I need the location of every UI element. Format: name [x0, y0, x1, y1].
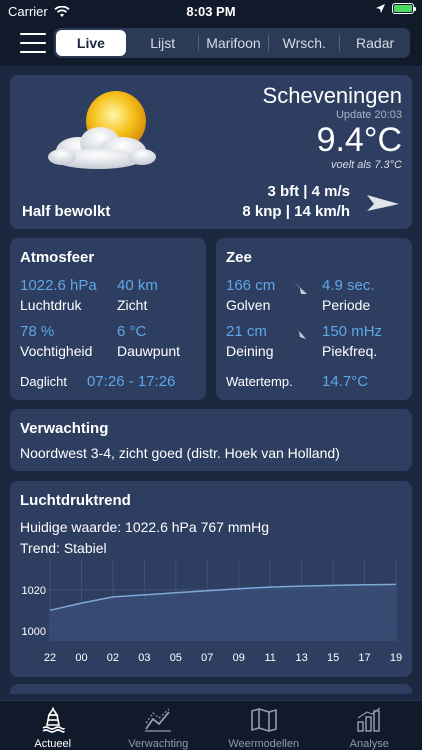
wave-direction-icon [293, 281, 307, 294]
pressure-trend-title: Luchtdruktrend [20, 492, 131, 509]
update-time: Update 20:03 [335, 109, 402, 121]
tabbar-weermodellen[interactable]: Weermodellen [211, 701, 317, 750]
location-name: Scheveningen [262, 83, 402, 108]
humidity-label: Vochtigheid [20, 343, 93, 359]
wind-arrow-icon [367, 195, 399, 211]
pressure-trend: Trend: Stabiel [20, 540, 107, 556]
forecast-title: Verwachting [20, 420, 109, 437]
bar-chart-icon [357, 707, 381, 732]
chart-x-tick-label: 22 [44, 652, 56, 664]
tab-marifoon[interactable]: Marifoon [199, 30, 269, 56]
current-weather-card: Scheveningen Update 20:03 9.4°C voelt al… [10, 75, 412, 229]
chart-x-tick-label: 02 [107, 652, 119, 664]
tab-wrsch[interactable]: Wrsch. [269, 30, 339, 56]
menu-icon[interactable] [20, 33, 46, 55]
temperature: 9.4°C [316, 121, 402, 159]
segmented-control: Live Lijst Marifoon Wrsch. Radar [54, 28, 410, 58]
tabbar-label: Actueel [34, 738, 72, 750]
wind-speed-bft: 3 bft | 4 m/s [267, 183, 350, 200]
chart-x-tick-label: 09 [233, 652, 245, 664]
forecast-text: Noordwest 3-4, zicht goed (distr. Hoek v… [20, 445, 340, 461]
dewpoint-value: 6 °C [117, 323, 147, 340]
swell-direction-icon [294, 325, 306, 339]
trend-icon [145, 708, 172, 732]
visibility-label: Zicht [117, 297, 148, 313]
buoy-icon [42, 707, 65, 733]
battery-icon [392, 3, 416, 14]
tabbar-label: Analyse [349, 738, 389, 750]
peakfreq-label: Piekfreq. [322, 343, 378, 359]
partly-cloudy-icon [48, 91, 156, 169]
chart-x-tick-label: 19 [390, 652, 402, 664]
nav-bar: Live Lijst Marifoon Wrsch. Radar [0, 22, 422, 66]
swell-value: 21 cm [226, 323, 267, 340]
tabbar-label: Weermodellen [228, 738, 300, 750]
period-label: Periode [322, 297, 371, 313]
chart-x-tick-label: 13 [296, 652, 308, 664]
humidity-value: 78 % [20, 323, 55, 340]
tab-bar: Actueel Verwachting Weermodellen Analyse [0, 700, 422, 750]
atmosphere-title: Atmosfeer [20, 249, 95, 266]
chart-x-tick-label: 15 [327, 652, 339, 664]
pressure-current: Huidige waarde: 1022.6 hPa 767 mmHg [20, 519, 270, 535]
clock: 8:03 PM [186, 4, 236, 19]
dewpoint-label: Dauwpunt [117, 343, 181, 359]
location-arrow-icon [376, 4, 385, 13]
watertemp-label: Watertemp. [226, 374, 293, 389]
chart-x-tick-label: 05 [170, 652, 182, 664]
chart-x-tick-label: 11 [264, 652, 275, 664]
forecast-card: Verwachting Noordwest 3-4, zicht goed (d… [10, 409, 412, 471]
period-value: 4.9 sec. [322, 277, 375, 294]
pressure-label: Luchtdruk [20, 297, 82, 313]
feels-like: voelt als 7.3°C [330, 159, 402, 171]
chart-y-tick-label: 1020 [22, 585, 46, 597]
pressure-value: 1022.6 hPa [20, 277, 97, 294]
atmosphere-card: Atmosfeer 1022.6 hPa 40 km Luchtdruk Zic… [10, 238, 206, 400]
daylight-label: Daglicht [20, 374, 67, 389]
sea-title: Zee [226, 249, 252, 266]
daylight-value: 07:26 - 17:26 [87, 373, 176, 390]
chart-x-tick-label: 00 [75, 652, 87, 664]
visibility-value: 40 km [117, 277, 158, 294]
chart-y-tick-label: 1000 [22, 626, 46, 638]
watertemp-value: 14.7°C [322, 373, 369, 390]
chart-x-tick-label: 17 [358, 652, 370, 664]
next-card-peek [10, 684, 412, 694]
tabbar-actueel[interactable]: Actueel [0, 701, 106, 750]
tab-radar[interactable]: Radar [340, 30, 410, 56]
waves-label: Golven [226, 297, 271, 313]
swell-label: Deining [226, 343, 274, 359]
sea-card: Zee 166 cm 4.9 sec. Golven Periode 21 cm… [216, 238, 412, 400]
chart-area [50, 584, 396, 641]
pressure-trend-chart: 1000 1020 22 00 02 03 05 07 09 11 13 15 17 19 [22, 559, 402, 664]
wind-speed-knp: 8 knp | 14 km/h [242, 203, 350, 220]
map-icon [250, 708, 277, 732]
tab-lijst[interactable]: Lijst [128, 30, 198, 56]
pressure-trend-card: Luchtdruktrend Huidige waarde: 1022.6 hP… [10, 481, 412, 677]
waves-value: 166 cm [226, 277, 276, 294]
chart-x-tick-label: 03 [138, 652, 150, 664]
tabbar-label: Verwachting [128, 738, 189, 750]
tabbar-analyse[interactable]: Analyse [317, 701, 422, 750]
tab-live[interactable]: Live [56, 30, 126, 56]
peakfreq-value: 150 mHz [322, 323, 383, 340]
chart-x-tick-label: 07 [201, 652, 213, 664]
tabbar-verwachting[interactable]: Verwachting [106, 701, 212, 750]
weather-condition: Half bewolkt [22, 203, 111, 220]
status-bar: Carrier 8:03 PM [0, 0, 422, 22]
